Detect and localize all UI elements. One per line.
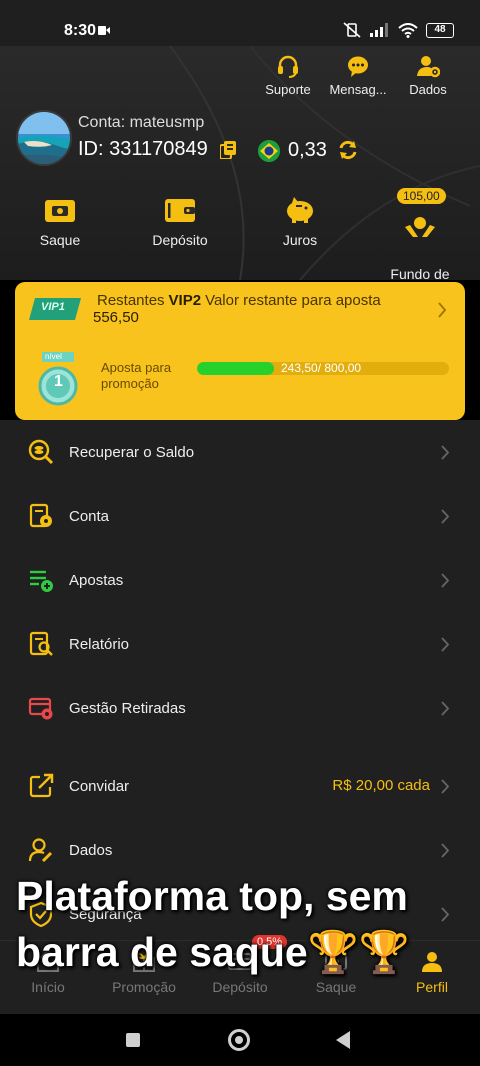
menu-label: Dados	[69, 841, 113, 859]
menu-item-account[interactable]: Conta	[0, 484, 480, 548]
balance-value: 0,33	[288, 139, 327, 161]
nav-label: Perfil	[416, 979, 448, 995]
copy-icon[interactable]	[220, 141, 236, 159]
account-id: ID: 331170849	[78, 138, 208, 160]
menu-label: Recuperar o Saldo	[69, 443, 195, 461]
signal-icon	[370, 23, 388, 37]
data-button[interactable]: Dados	[400, 54, 456, 97]
support-label: Suporte	[265, 82, 311, 97]
vip-remaining-value: 556,50	[93, 309, 139, 326]
menu-label: Relatório	[69, 635, 130, 653]
search-coins-icon	[28, 439, 54, 465]
progress-text: 243,50/ 800,00	[281, 361, 362, 375]
interest-action[interactable]: Juros	[240, 196, 360, 248]
home-button[interactable]	[228, 1029, 250, 1051]
chat-bubble-icon	[348, 56, 368, 77]
quick-actions: Saque Depósito Juros Fundo de Previdênci…	[0, 188, 480, 280]
user-edit-icon	[28, 838, 53, 863]
chevron-right-icon	[441, 637, 450, 652]
account-prefix: Conta:	[78, 114, 126, 131]
chevron-right-icon	[441, 779, 450, 794]
recent-apps-button[interactable]	[126, 1033, 140, 1047]
avatar[interactable]	[16, 110, 72, 166]
status-time: 8:30	[64, 22, 97, 39]
account-doc-icon	[29, 503, 52, 528]
battery-indicator: 48	[426, 22, 454, 38]
account-line: Conta: mateusmp	[78, 114, 204, 132]
messages-button[interactable]: Mensag...	[329, 54, 387, 97]
back-button[interactable]	[336, 1031, 350, 1049]
wifi-icon	[398, 22, 418, 38]
medal-number: 1	[54, 373, 63, 390]
chevron-right-icon	[438, 302, 447, 318]
menu-label: Gestão Retiradas	[69, 699, 186, 717]
menu-item-recover-balance[interactable]: Recuperar o Saldo	[0, 420, 480, 484]
pension-fund-badge: 105,00	[397, 188, 446, 204]
menu-item-report[interactable]: Relatório	[0, 612, 480, 676]
vip-remaining-line: Restantes VIP2 Valor restante para aposta	[97, 292, 381, 309]
brazil-flag-icon	[258, 140, 280, 162]
refresh-icon[interactable]	[338, 140, 358, 160]
nav-label: Depósito	[212, 979, 268, 995]
progress-fill	[197, 362, 274, 375]
support-button[interactable]: Suporte	[260, 54, 316, 97]
user-settings-icon	[417, 56, 440, 78]
vip-next-level: VIP2	[168, 292, 202, 309]
menu-label: Apostas	[69, 571, 124, 589]
status-icons: 48	[342, 22, 454, 38]
account-menu: Recuperar o Saldo Conta Apostas Relatóri…	[0, 420, 480, 770]
menu-item-invite[interactable]: Convidar R$ 20,00 cada	[0, 754, 480, 818]
vibrate-mute-icon	[343, 22, 361, 38]
chevron-right-icon	[441, 509, 450, 524]
headset-icon	[278, 55, 298, 78]
promo-label: Aposta para promoção	[101, 360, 172, 391]
medal-label: nível	[45, 352, 62, 361]
chevron-right-icon	[441, 445, 450, 460]
data-label: Dados	[409, 82, 447, 97]
chevron-right-icon	[441, 701, 450, 716]
withdraw-action[interactable]: Saque	[0, 196, 120, 248]
menu-label: Conta	[69, 507, 110, 525]
nav-label: Promoção	[112, 979, 176, 995]
messages-label: Mensag...	[329, 82, 387, 97]
account-name: mateusmp	[129, 114, 205, 131]
menu-item-withdrawals[interactable]: Gestão Retiradas	[0, 676, 480, 740]
share-icon	[29, 773, 54, 798]
vip-remaining-desc: Valor restante para aposta	[205, 292, 381, 309]
vip-remaining-label: Restantes	[97, 292, 165, 309]
bets-list-icon	[30, 570, 53, 592]
header-top-icons: Suporte Mensag... Dados	[260, 54, 456, 97]
video-camera-icon	[98, 26, 110, 35]
pension-fund-label: Fundo de Previdência	[390, 266, 450, 280]
deposit-action-label: Depósito	[152, 232, 208, 248]
report-search-icon	[29, 631, 53, 656]
profile-header: Suporte Mensag... Dados Conta: mateusmp …	[0, 46, 480, 280]
vip-badge-text: VIP1	[41, 301, 65, 313]
pension-fund-action[interactable]: Fundo de Previdência	[360, 196, 480, 280]
withdraw-action-label: Saque	[39, 232, 81, 248]
hands-coin-icon	[405, 217, 435, 237]
video-caption-overlay: Plataforma top, sem barra de saque🏆🏆	[16, 873, 410, 975]
deposit-wallet-icon	[165, 199, 195, 222]
menu-label: Convidar	[69, 777, 130, 795]
withdraw-manage-icon	[28, 697, 53, 720]
interest-action-label: Juros	[282, 232, 318, 248]
chevron-right-icon	[441, 843, 450, 858]
invite-reward: R$ 20,00 cada	[332, 777, 430, 794]
system-navigation-bar	[0, 1014, 480, 1066]
menu-item-bets[interactable]: Apostas	[0, 548, 480, 612]
status-bar: 8:30 48	[0, 0, 480, 46]
wallet-card-icon	[45, 200, 75, 222]
chevron-right-icon	[441, 573, 450, 588]
piggy-bank-icon	[287, 197, 313, 223]
deposit-action[interactable]: Depósito	[120, 196, 240, 248]
nav-label: Início	[31, 979, 65, 995]
nav-label: Saque	[315, 979, 357, 995]
vip-progress-card[interactable]: VIP1 Restantes VIP2 Valor restante para ap…	[15, 282, 465, 420]
